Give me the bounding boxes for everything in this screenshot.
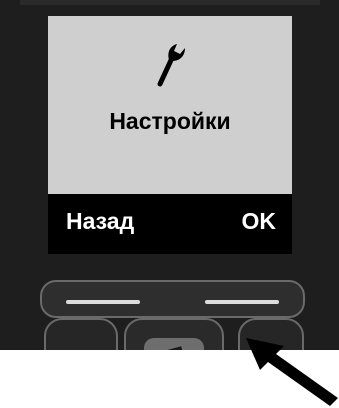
navigation-key[interactable] — [124, 318, 224, 350]
left-side-key[interactable] — [44, 318, 118, 350]
phone-top-edge — [20, 0, 320, 5]
wrench-icon — [48, 40, 292, 90]
left-softkey-indicator[interactable] — [66, 300, 140, 304]
navigation-key-center[interactable] — [144, 338, 204, 350]
display-softkeys-button[interactable] — [40, 280, 305, 318]
handset-display: Настройки Назад OK — [48, 16, 292, 254]
softkey-bar: Назад OK — [48, 194, 292, 254]
ok-softkey-label[interactable]: OK — [242, 208, 277, 235]
screen-title: Настройки — [109, 108, 231, 134]
pointer-arrow-icon — [246, 338, 338, 406]
back-softkey-label[interactable]: Назад — [66, 208, 134, 235]
right-softkey-indicator[interactable] — [205, 300, 279, 304]
phone-body: Настройки Назад OK — [0, 0, 339, 350]
